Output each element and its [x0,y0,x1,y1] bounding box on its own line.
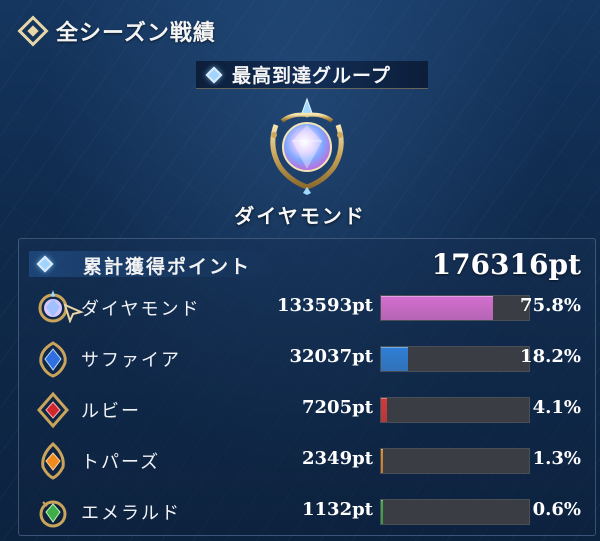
cumulative-points-panel: 累計獲得ポイント 176316pt ダイヤモンド 133593pt 75.8% [18,238,596,536]
list-item: ダイヤモンド 133593pt 75.8% [19,283,595,334]
share-bar [380,448,530,474]
list-item: トパーズ 2349pt 1.3% [19,436,595,487]
header: 全シーズン戦績 [17,14,216,48]
diamond-rank-emblem-icon [270,97,344,195]
total-points: 176316pt [431,248,581,281]
ruby-gem-icon [37,391,69,429]
rank-percent: 75.8% [520,295,581,316]
rank-percent: 1.3% [532,448,581,469]
share-bar [380,295,530,321]
diamond-bullet-icon [205,66,223,83]
list-item: ルビー 7205pt 4.1% [19,385,595,436]
highest-group-banner: 最高到達グループ [196,61,428,89]
rank-percent: 18.2% [520,346,581,367]
rank-name: ルビー [81,401,141,422]
rank-name: ダイヤモンド [81,299,201,320]
share-bar-fill [381,398,388,422]
rank-name: エメラルド [81,503,181,524]
rank-percent: 0.6% [532,499,581,520]
rank-points: 7205pt [302,397,373,418]
emerald-gem-icon [39,500,67,528]
share-bar [380,397,530,423]
share-bar [380,499,530,525]
rank-points: 32037pt [289,346,373,367]
rank-name: トパーズ [81,452,161,473]
diamond-bullet-icon [17,15,49,47]
list-item: サファイア 32037pt 18.2% [19,334,595,385]
share-bar [380,346,530,372]
topaz-gem-icon [41,441,65,480]
share-bar-fill [381,296,494,320]
list-item: エメラルド 1132pt 0.6% [19,487,595,538]
highest-rank-name: ダイヤモンド [234,204,366,228]
page-title: 全シーズン戦績 [56,21,216,46]
sapphire-gem-icon [39,341,67,378]
share-bar-fill [381,449,384,473]
cumulative-points-label: 累計獲得ポイント [83,256,252,278]
rank-points: 133593pt [276,295,373,316]
rank-points-list: ダイヤモンド 133593pt 75.8% サファイア 32037pt 18.2… [19,283,595,538]
rank-points: 2349pt [302,448,373,469]
highest-group-label: 最高到達グループ [232,65,391,87]
rank-percent: 4.1% [532,397,581,418]
share-bar-fill [381,500,384,524]
rank-points: 1132pt [302,499,373,520]
cumulative-points-header: 累計獲得ポイント 176316pt [19,243,595,283]
rank-name: サファイア [81,350,181,371]
share-bar-fill [381,347,408,371]
